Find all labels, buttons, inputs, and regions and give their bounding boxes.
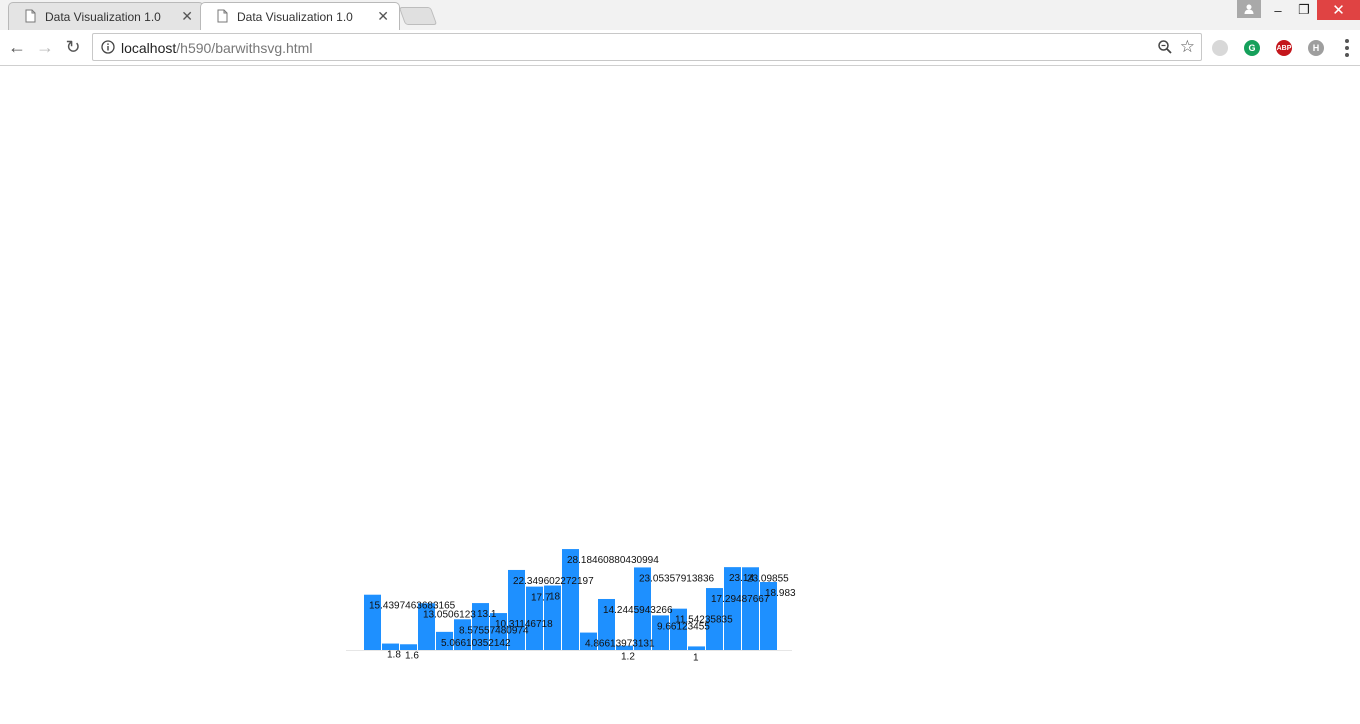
address-bar[interactable]: localhost/h590/barwithsvg.html ☆ xyxy=(92,33,1202,61)
tab-strip: Data Visualization 1.0 ✕ Data Visualizat… xyxy=(0,0,1360,30)
url-host: localhost xyxy=(121,40,177,56)
tab-title: Data Visualization 1.0 xyxy=(237,10,353,24)
close-window-button[interactable]: ✕ xyxy=(1317,0,1360,20)
forward-arrow-icon[interactable]: → xyxy=(34,36,56,58)
data-label: 18 xyxy=(549,592,561,603)
data-label: 11.54235835 xyxy=(675,615,733,626)
extension-icon[interactable] xyxy=(1212,40,1228,56)
tab-data-visualization-1[interactable]: Data Visualization 1.0 ✕ xyxy=(8,2,204,30)
data-label: 23.09855 xyxy=(747,573,789,584)
new-tab-button[interactable] xyxy=(398,7,438,25)
data-label: 18.983 xyxy=(765,588,796,599)
page-content: 15.4397463683165 1.8 1.6 13.0506123 5.066103… xyxy=(0,66,1360,724)
data-label: 23.05357913836 xyxy=(639,573,715,584)
grammarly-icon[interactable]: G xyxy=(1244,40,1260,56)
close-tab-icon[interactable]: ✕ xyxy=(377,8,389,25)
bookmark-star-icon[interactable]: ☆ xyxy=(1180,37,1195,57)
restore-button[interactable]: ❐ xyxy=(1291,0,1317,20)
data-label: 14.2445943266 xyxy=(603,605,673,616)
data-label: 22.349602272197 xyxy=(513,576,594,587)
data-label: 1.8 xyxy=(387,650,401,661)
reload-icon[interactable]: ↻ xyxy=(62,36,84,58)
data-label: 28.18460880430994 xyxy=(567,555,659,566)
data-label: 17.7 xyxy=(531,593,551,604)
url-text: localhost/h590/barwithsvg.html xyxy=(121,40,312,56)
data-label: 13.0506123 xyxy=(423,609,476,620)
minimize-button[interactable]: – xyxy=(1265,0,1291,20)
zoom-icon[interactable] xyxy=(1157,39,1173,55)
profile-icon[interactable] xyxy=(1237,0,1261,18)
data-label: 5.06610352142 xyxy=(441,638,511,649)
data-label: 1.2 xyxy=(621,652,635,663)
bar-chart: 15.43974636831651.8 1.613.05061235.066103… xyxy=(346,549,796,663)
info-icon[interactable] xyxy=(101,40,115,54)
data-label: 10.31146718 xyxy=(495,619,553,630)
data-label: 1 xyxy=(693,652,699,663)
back-arrow-icon[interactable]: ← xyxy=(6,36,28,58)
tab-data-visualization-2[interactable]: Data Visualization 1.0 ✕ xyxy=(200,2,400,30)
page-icon xyxy=(25,9,36,23)
adblock-icon[interactable]: ABP xyxy=(1276,40,1292,56)
tab-title: Data Visualization 1.0 xyxy=(45,10,161,24)
browser-toolbar: ← → ↻ localhost/h590/barwithsvg.html ☆ G… xyxy=(0,30,1360,66)
bar xyxy=(688,646,705,650)
page-icon xyxy=(217,9,228,23)
data-label: 17.29487667 xyxy=(711,594,770,605)
data-label: 13.1 xyxy=(477,609,497,620)
data-label: 1.6 xyxy=(405,650,419,661)
h-extension-icon[interactable]: H xyxy=(1308,40,1324,56)
bar xyxy=(400,644,417,650)
url-path: /h590/barwithsvg.html xyxy=(176,40,313,56)
close-tab-icon[interactable]: ✕ xyxy=(181,8,193,25)
data-label: 4.86613973131 xyxy=(585,639,655,650)
menu-icon[interactable] xyxy=(1340,38,1354,58)
